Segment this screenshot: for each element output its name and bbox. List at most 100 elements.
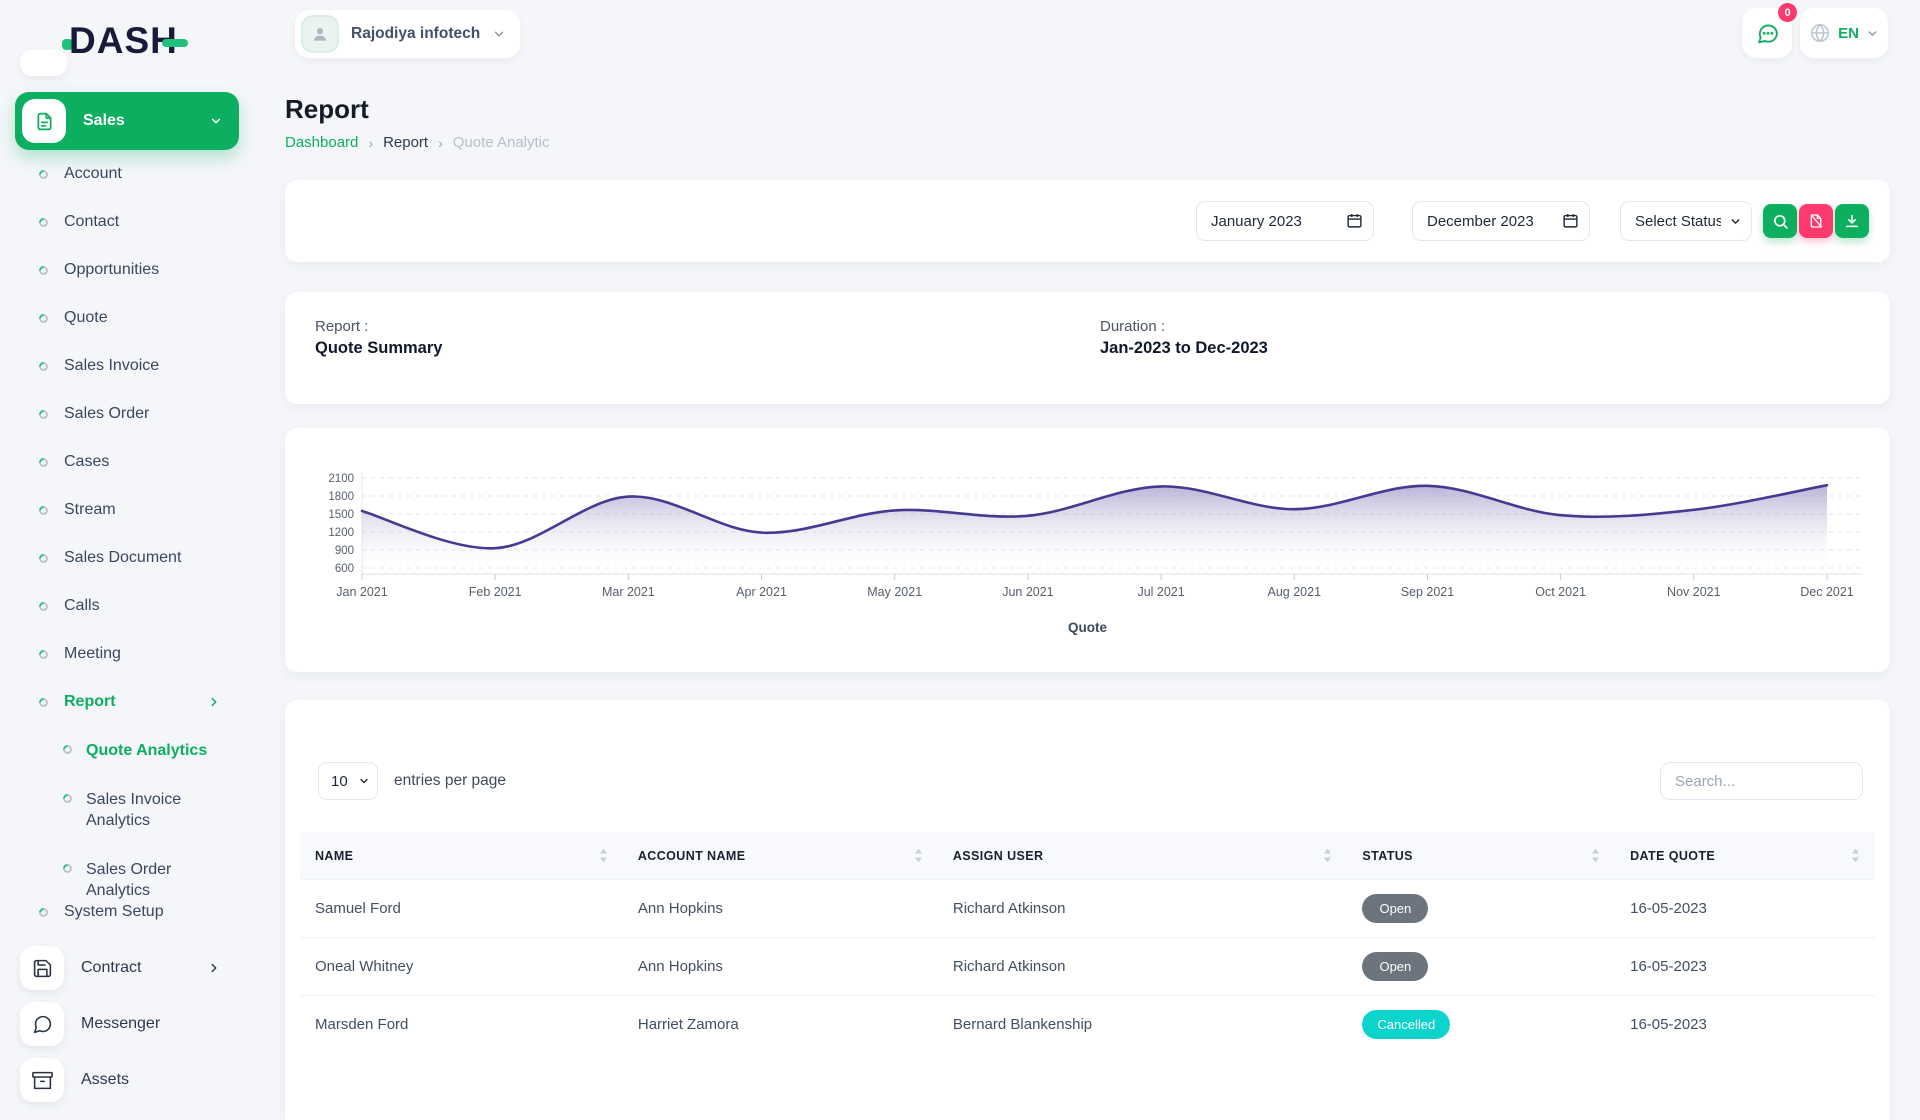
sidebar-item-contact[interactable]: Contact	[15, 198, 239, 246]
sidebar-group-messenger[interactable]: Messenger	[15, 998, 239, 1050]
svg-text:Oct 2021: Oct 2021	[1535, 585, 1586, 599]
status-cell: Open	[1347, 880, 1615, 938]
breadcrumb-item-report[interactable]: Report	[383, 134, 428, 151]
status-cell: Cancelled	[1347, 996, 1615, 1054]
company-selector[interactable]: Rajodiya infotech	[295, 10, 520, 58]
status-select-wrap: Select Status	[1620, 201, 1752, 241]
search-filter-button[interactable]	[1763, 204, 1797, 238]
archive-icon	[20, 1058, 64, 1102]
bullet-icon	[37, 216, 50, 229]
download-button[interactable]	[1835, 204, 1869, 238]
filter-card: Select Status	[285, 180, 1890, 262]
sidebar-group-sales[interactable]: Sales	[15, 92, 239, 150]
svg-text:Sep 2021: Sep 2021	[1401, 585, 1455, 599]
sidebar-item-label: Report	[64, 693, 116, 711]
column-header-name[interactable]: NAME	[300, 832, 623, 880]
sidebar-scrolled-item-peek	[20, 50, 67, 76]
sidebar-item-meeting[interactable]: Meeting	[15, 630, 239, 678]
svg-text:900: 900	[335, 545, 354, 557]
duration-value: Jan-2023 to Dec-2023	[1100, 339, 1268, 358]
column-header-assign-user[interactable]: ASSIGN USER	[938, 832, 1348, 880]
report-summary-card: Report : Quote Summary Duration : Jan-20…	[285, 292, 1890, 404]
language-selector[interactable]: EN	[1800, 8, 1888, 58]
svg-text:Apr 2021: Apr 2021	[736, 585, 787, 599]
column-header-date-quote[interactable]: DATE QUOTE	[1615, 832, 1875, 880]
sidebar-item-quote[interactable]: Quote	[15, 294, 239, 342]
name-cell: Marsden Ford	[300, 996, 623, 1054]
name-cell: Oneal Whitney	[300, 938, 623, 996]
table-search-input[interactable]	[1660, 762, 1863, 800]
sidebar-subitem-quote-analytics[interactable]: Quote Analytics	[15, 726, 239, 775]
column-header-account-name[interactable]: ACCOUNT NAME	[623, 832, 938, 880]
start-date-field-wrap	[1196, 201, 1374, 241]
messages-count-badge: 0	[1778, 3, 1797, 22]
end-date-field-wrap	[1412, 201, 1590, 241]
sidebar-item-cases[interactable]: Cases	[15, 438, 239, 486]
bullet-icon	[61, 792, 74, 805]
status-select[interactable]: Select Status	[1620, 201, 1752, 241]
bullet-icon	[61, 862, 74, 875]
end-date-input[interactable]	[1412, 201, 1590, 241]
sidebar-item-opportunities[interactable]: Opportunities	[15, 246, 239, 294]
bullet-icon	[37, 456, 50, 469]
bullet-icon	[37, 408, 50, 421]
svg-text:Jul 2021: Jul 2021	[1137, 585, 1184, 599]
clear-filter-button[interactable]	[1799, 204, 1833, 238]
sort-icon	[1851, 848, 1860, 863]
messages-button[interactable]: 0	[1742, 8, 1792, 58]
sidebar-group-label: Messenger	[81, 1015, 160, 1033]
logo-bar-icon	[162, 39, 188, 47]
account-name-cell: Ann Hopkins	[623, 938, 938, 996]
column-header-status[interactable]: STATUS	[1347, 832, 1615, 880]
svg-text:1200: 1200	[328, 527, 354, 539]
report-value: Quote Summary	[315, 339, 442, 358]
sidebar-item-system-setup[interactable]: System Setup	[15, 888, 239, 936]
table-row: Oneal WhitneyAnn HopkinsRichard Atkinson…	[300, 938, 1875, 996]
date-quote-cell: 16-05-2023	[1615, 938, 1875, 996]
sidebar-group-contract[interactable]: Contract	[15, 942, 239, 994]
sidebar-item-label: Cases	[64, 453, 109, 471]
search-icon	[1772, 213, 1789, 230]
sidebar-subitem-sales-invoice-analytics[interactable]: Sales Invoice Analytics	[15, 775, 239, 845]
floppy-icon	[20, 946, 64, 990]
sidebar-group-assets[interactable]: Assets	[15, 1054, 239, 1106]
sidebar-bottom-groups: Contract Messenger Assets	[15, 942, 239, 1110]
sidebar-item-report[interactable]: Report	[15, 678, 239, 726]
svg-text:Nov 2021: Nov 2021	[1667, 585, 1721, 599]
chevron-right-icon	[207, 961, 221, 975]
sidebar-group-label: Contract	[81, 959, 141, 977]
assign-user-cell: Richard Atkinson	[938, 938, 1348, 996]
sidebar-item-account[interactable]: Account	[15, 150, 239, 198]
start-date-input[interactable]	[1196, 201, 1374, 241]
report-label: Report :	[315, 318, 368, 335]
quotes-table-card: 10 entries per page NAMEACCOUNT NAMEASSI…	[285, 700, 1890, 1120]
chevron-down-icon	[1866, 27, 1879, 40]
sidebar-item-sales-invoice[interactable]: Sales Invoice	[15, 342, 239, 390]
sidebar-item-label: Sales Order	[64, 405, 149, 423]
company-avatar	[301, 15, 339, 53]
column-header-label: ASSIGN USER	[953, 849, 1044, 863]
globe-icon	[1809, 22, 1831, 44]
sidebar-item-sales-order[interactable]: Sales Order	[15, 390, 239, 438]
entries-per-page-select[interactable]: 10	[318, 762, 378, 800]
bullet-icon	[37, 168, 50, 181]
download-icon	[1844, 213, 1860, 229]
entries-select-wrap: 10	[318, 762, 378, 800]
sidebar-item-calls[interactable]: Calls	[15, 582, 239, 630]
sort-icon	[1591, 848, 1600, 863]
chat-icon	[20, 1002, 64, 1046]
column-header-label: DATE QUOTE	[1630, 849, 1715, 863]
breadcrumb-item-quote-analytic: Quote Analytic	[453, 134, 550, 151]
status-badge: Open	[1362, 952, 1428, 981]
bullet-icon	[37, 600, 50, 613]
app-logo[interactable]: DASH	[62, 20, 188, 62]
sidebar-item-label: Sales Invoice	[64, 357, 159, 375]
svg-text:Jun 2021: Jun 2021	[1002, 585, 1053, 599]
sidebar-item-sales-document[interactable]: Sales Document	[15, 534, 239, 582]
sidebar-item-stream[interactable]: Stream	[15, 486, 239, 534]
assign-user-cell: Richard Atkinson	[938, 880, 1348, 938]
breadcrumb-item-dashboard[interactable]: Dashboard	[285, 134, 358, 151]
bullet-icon	[37, 360, 50, 373]
chart-legend: Quote	[285, 620, 1890, 635]
name-cell: Samuel Ford	[300, 880, 623, 938]
